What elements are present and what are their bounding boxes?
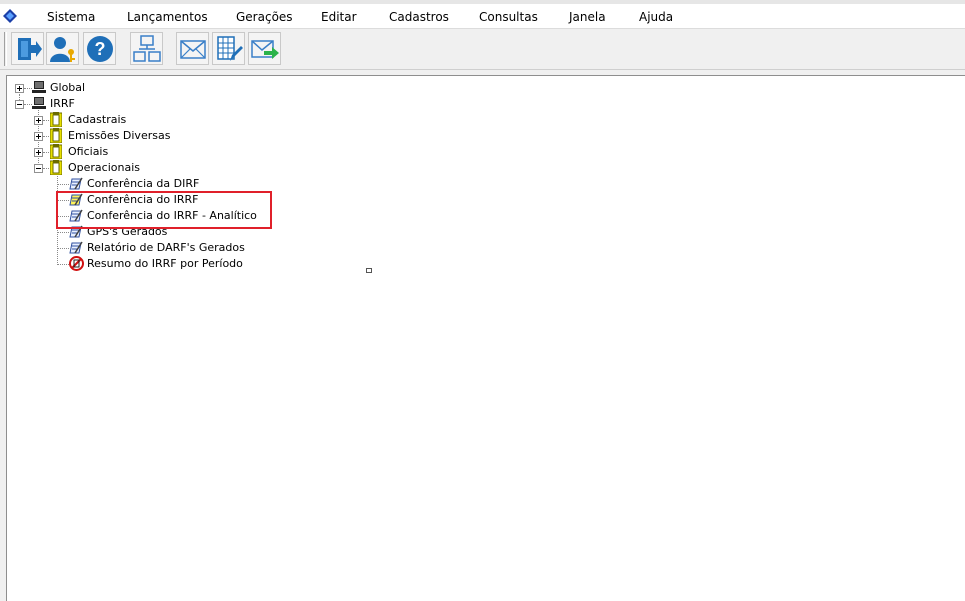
tree-node-cadastrais[interactable]: Cadastrais [33,112,133,128]
tree-node-emissoes-diversas[interactable]: Emissões Diversas [33,128,173,144]
menu-geracoes[interactable]: Gerações [236,10,293,24]
menu-sistema[interactable]: Sistema [47,10,95,24]
exit-button[interactable] [11,32,44,65]
user-key-button[interactable] [46,32,79,65]
tree-panel [6,75,965,601]
menu-editar[interactable]: Editar [321,10,357,24]
cursor-marker [366,268,372,273]
tree-leaf-resumo-irrf[interactable]: Resumo do IRRF por Período [69,256,249,272]
tree-node-operacionais[interactable]: Operacionais [33,160,143,176]
tree-connector [57,248,69,249]
send-mail-button[interactable] [248,32,281,65]
help-button[interactable]: ? [83,32,116,65]
tree-label-oficiais: Oficiais [68,145,109,158]
collapse-icon[interactable] [15,100,24,109]
expand-icon[interactable] [34,148,43,157]
tree-label-irrf: IRRF [50,97,75,110]
menu-janela[interactable]: Janela [569,10,606,24]
tree-label-operacionais: Operacionais [68,161,141,174]
edit-sheet-icon [217,36,243,61]
report-pencil-icon [69,241,83,254]
menu-cadastros[interactable]: Cadastros [389,10,449,24]
clipboard-folder-icon [50,112,62,127]
tree-connector [57,264,69,265]
expand-icon[interactable] [15,84,24,93]
toolbar-grip[interactable] [4,32,7,66]
computer-icon [32,97,46,109]
envelope-button[interactable] [176,32,209,65]
highlight-box [56,191,272,229]
envelope-icon [180,40,206,59]
tree-label-conferencia-dirf: Conferência da DIRF [87,177,200,190]
expand-icon[interactable] [34,132,43,141]
expand-icon[interactable] [34,116,43,125]
user-key-icon [50,37,75,62]
computer-icon [32,81,46,93]
tree-leaf-relatorio-darf[interactable]: Relatório de DARF's Gerados [69,240,249,256]
tree-node-irrf[interactable]: IRRF [14,96,94,112]
collapse-icon[interactable] [34,164,43,173]
menu-consultas[interactable]: Consultas [479,10,538,24]
tree-node-oficiais[interactable]: Oficiais [33,144,123,160]
edit-sheet-button[interactable] [212,32,245,65]
org-chart-button[interactable] [130,32,163,65]
tree-leaf-conferencia-dirf[interactable]: Conferência da DIRF [69,176,209,192]
clipboard-folder-icon [50,128,62,143]
menu-ajuda[interactable]: Ajuda [639,10,673,24]
help-icon: ? [87,36,113,62]
blocked-report-icon [69,256,84,271]
send-mail-icon [251,40,279,59]
tree-label-cadastrais: Cadastrais [68,113,127,126]
report-pencil-icon [69,177,83,190]
clipboard-folder-icon [50,160,62,175]
toolbar: ? [0,29,965,70]
tree-label-emissoes-diversas: Emissões Diversas [68,129,171,142]
tree-node-global[interactable]: Global [14,80,104,96]
tree-label-global: Global [50,81,86,94]
menu-lancamentos[interactable]: Lançamentos [127,10,208,24]
tree-label-resumo-irrf: Resumo do IRRF por Período [87,257,243,270]
org-chart-icon [133,35,161,62]
clipboard-folder-icon [50,144,62,159]
app-diamond-icon[interactable] [3,9,17,23]
tree-connector [57,184,69,185]
tree-connector [57,232,69,233]
menu-bar: Sistema Lançamentos Gerações Editar Cada… [0,4,965,29]
svg-text:?: ? [95,39,106,59]
exit-door-icon [18,38,42,60]
tree-label-relatorio-darf: Relatório de DARF's Gerados [87,241,245,254]
